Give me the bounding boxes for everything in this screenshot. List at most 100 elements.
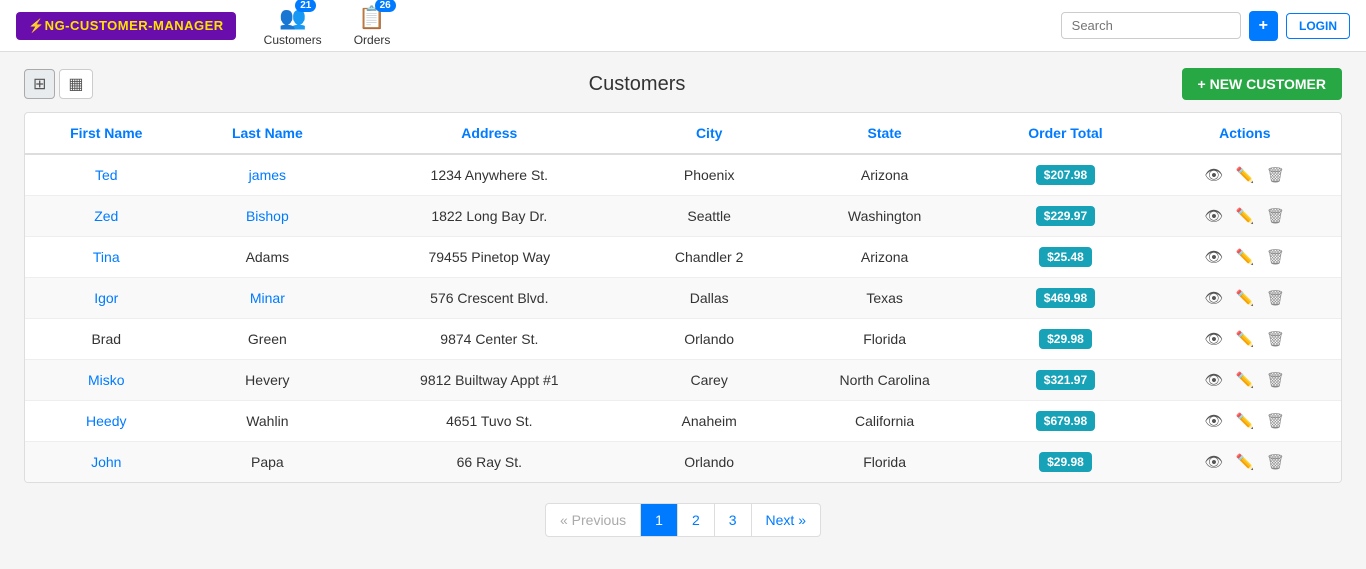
cell-last-name[interactable]: Minar	[188, 278, 348, 319]
orders-badge: 26	[375, 0, 396, 12]
cell-first-name[interactable]: Tina	[25, 237, 188, 278]
view-icon[interactable]: 👁	[1205, 249, 1224, 266]
edit-icon[interactable]: ✏️	[1235, 331, 1254, 348]
nav-customers[interactable]: 👥 21 Customers	[260, 0, 326, 55]
view-icon[interactable]: 👁	[1205, 290, 1224, 307]
cell-last-name[interactable]: Bishop	[188, 196, 348, 237]
cell-first-name[interactable]: Igor	[25, 278, 188, 319]
edit-icon[interactable]: ✏️	[1235, 167, 1254, 184]
cell-state: California	[787, 401, 982, 442]
table-row: Zed Bishop 1822 Long Bay Dr. Seattle Was…	[25, 196, 1341, 237]
nav-items: 👥 21 Customers 📋 26 Orders	[260, 0, 1037, 55]
main-content: ⊞ ▦ Customers + NEW CUSTOMER First Name …	[0, 52, 1366, 569]
cell-first-name[interactable]: Misko	[25, 360, 188, 401]
cell-state: Washington	[787, 196, 982, 237]
cell-address: 1234 Anywhere St.	[347, 154, 631, 196]
delete-icon[interactable]: 🗑	[1266, 413, 1285, 430]
edit-icon[interactable]: ✏️	[1235, 290, 1254, 307]
cell-address: 9874 Center St.	[347, 319, 631, 360]
cell-city: Seattle	[631, 196, 786, 237]
col-state: State	[787, 113, 982, 154]
orders-label: Orders	[354, 33, 391, 47]
customers-badge: 21	[295, 0, 316, 12]
view-icon[interactable]: 👁	[1205, 331, 1224, 348]
cell-last-name: Green	[188, 319, 348, 360]
delete-icon[interactable]: 🗑	[1266, 249, 1285, 266]
list-view-button[interactable]: ▦	[59, 69, 92, 99]
cell-state: Texas	[787, 278, 982, 319]
cell-city: Orlando	[631, 319, 786, 360]
pagination-page-3[interactable]: 3	[715, 504, 752, 536]
cell-last-name: Papa	[188, 442, 348, 483]
cell-city: Phoenix	[631, 154, 786, 196]
cell-order-total: $29.98	[982, 442, 1148, 483]
cell-last-name[interactable]: james	[188, 154, 348, 196]
cell-actions: 👁 ✏️ 🗑	[1149, 196, 1341, 237]
cell-city: Anaheim	[631, 401, 786, 442]
edit-icon[interactable]: ✏️	[1235, 413, 1254, 430]
table-row: Tina Adams 79455 Pinetop Way Chandler 2 …	[25, 237, 1341, 278]
view-toggle: ⊞ ▦	[24, 69, 93, 99]
cell-city: Chandler 2	[631, 237, 786, 278]
view-icon[interactable]: 👁	[1205, 413, 1224, 430]
cell-first-name[interactable]: Zed	[25, 196, 188, 237]
cell-order-total: $207.98	[982, 154, 1148, 196]
delete-icon[interactable]: 🗑	[1266, 454, 1285, 471]
cell-actions: 👁 ✏️ 🗑	[1149, 319, 1341, 360]
col-city: City	[631, 113, 786, 154]
cell-order-total: $29.98	[982, 319, 1148, 360]
grid-view-button[interactable]: ⊞	[24, 69, 55, 99]
cell-last-name: Adams	[188, 237, 348, 278]
table-row: Igor Minar 576 Crescent Blvd. Dallas Tex…	[25, 278, 1341, 319]
cell-actions: 👁 ✏️ 🗑	[1149, 360, 1341, 401]
table-header: First Name Last Name Address City State …	[25, 113, 1341, 154]
customers-table: First Name Last Name Address City State …	[25, 113, 1341, 482]
cell-first-name[interactable]: Ted	[25, 154, 188, 196]
cell-first-name[interactable]: Heedy	[25, 401, 188, 442]
view-icon[interactable]: 👁	[1205, 167, 1224, 184]
pagination-page-2[interactable]: 2	[678, 504, 715, 536]
view-icon[interactable]: 👁	[1205, 454, 1224, 471]
delete-icon[interactable]: 🗑	[1266, 167, 1285, 184]
cell-address: 79455 Pinetop Way	[347, 237, 631, 278]
cell-order-total: $469.98	[982, 278, 1148, 319]
navbar-right: + LOGIN	[1061, 11, 1350, 41]
delete-icon[interactable]: 🗑	[1266, 290, 1285, 307]
cell-first-name[interactable]: John	[25, 442, 188, 483]
table-row: Heedy Wahlin 4651 Tuvo St. Anaheim Calif…	[25, 401, 1341, 442]
edit-icon[interactable]: ✏️	[1235, 208, 1254, 225]
table-row: Ted james 1234 Anywhere St. Phoenix Ariz…	[25, 154, 1341, 196]
cell-actions: 👁 ✏️ 🗑	[1149, 442, 1341, 483]
pagination: « Previous 1 2 3 Next »	[545, 503, 821, 537]
col-actions: Actions	[1149, 113, 1341, 154]
new-customer-button[interactable]: + NEW CUSTOMER	[1182, 68, 1342, 100]
col-order-total: Order Total	[982, 113, 1148, 154]
page-title: Customers	[93, 73, 1182, 96]
cell-actions: 👁 ✏️ 🗑	[1149, 401, 1341, 442]
delete-icon[interactable]: 🗑	[1266, 331, 1285, 348]
edit-icon[interactable]: ✏️	[1235, 249, 1254, 266]
pagination-next[interactable]: Next »	[752, 504, 820, 536]
search-input[interactable]	[1061, 12, 1241, 39]
delete-icon[interactable]: 🗑	[1266, 372, 1285, 389]
delete-icon[interactable]: 🗑	[1266, 208, 1285, 225]
search-plus-button[interactable]: +	[1249, 11, 1278, 41]
cell-first-name: Brad	[25, 319, 188, 360]
login-button[interactable]: LOGIN	[1286, 13, 1350, 39]
nav-orders[interactable]: 📋 26 Orders	[350, 0, 395, 55]
cell-city: Carey	[631, 360, 786, 401]
brand-logo[interactable]: ⚡NG-CUSTOMER-MANAGER	[16, 12, 236, 40]
pagination-prev[interactable]: « Previous	[546, 504, 641, 536]
cell-address: 576 Crescent Blvd.	[347, 278, 631, 319]
cell-state: Florida	[787, 442, 982, 483]
edit-icon[interactable]: ✏️	[1235, 372, 1254, 389]
pagination-page-1[interactable]: 1	[641, 504, 678, 536]
cell-state: Arizona	[787, 237, 982, 278]
col-last-name: Last Name	[188, 113, 348, 154]
customers-table-container: First Name Last Name Address City State …	[24, 112, 1342, 483]
cell-order-total: $679.98	[982, 401, 1148, 442]
edit-icon[interactable]: ✏️	[1235, 454, 1254, 471]
view-icon[interactable]: 👁	[1205, 372, 1224, 389]
cell-city: Orlando	[631, 442, 786, 483]
view-icon[interactable]: 👁	[1205, 208, 1224, 225]
